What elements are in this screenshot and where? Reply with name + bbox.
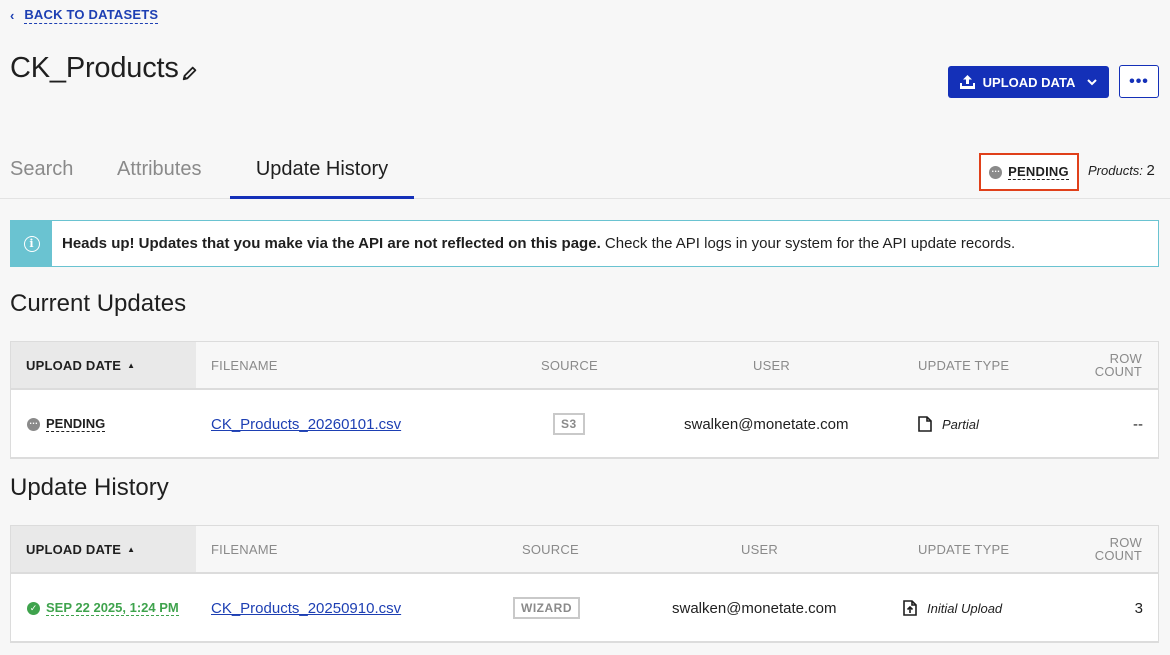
dataset-status-badge[interactable]: PENDING xyxy=(979,153,1079,191)
table-row: PENDING CK_Products_20260101.csv S3 swal… xyxy=(11,390,1158,458)
current-updates-title: Current Updates xyxy=(10,290,187,317)
tab-search[interactable]: Search xyxy=(10,158,73,199)
products-count: Products: 2 xyxy=(1088,162,1155,179)
col-row-count-line2: COUNT xyxy=(1094,548,1142,563)
upload-data-label: UPLOAD DATA xyxy=(982,74,1076,90)
update-history-title: Update History xyxy=(10,474,169,501)
row-success-status[interactable]: ✓ SEP 22 2025, 1:24 PM xyxy=(27,600,179,616)
info-icon: i xyxy=(23,235,40,252)
chevron-left-icon: ‹ xyxy=(10,8,15,23)
col-row-count: ROW COUNT xyxy=(1095,342,1142,388)
back-to-datasets-link[interactable]: ‹ BACK TO DATASETS xyxy=(10,7,159,24)
col-update-type: UPDATE TYPE xyxy=(918,541,1010,557)
table-header: UPLOAD DATE ▲ FILENAME SOURCE USER UPDAT… xyxy=(11,526,1158,574)
update-type-label: Partial xyxy=(942,416,979,432)
file-link[interactable]: CK_Products_20250910.csv xyxy=(211,600,401,617)
upload-data-button[interactable]: UPLOAD DATA xyxy=(948,66,1109,98)
source-tag: S3 xyxy=(553,413,585,435)
row-status-label: PENDING xyxy=(46,416,106,432)
current-updates-table: UPLOAD DATE ▲ FILENAME SOURCE USER UPDAT… xyxy=(10,341,1159,459)
check-circle-icon: ✓ xyxy=(27,601,40,615)
cell-source: S3 xyxy=(553,390,585,458)
tab-attributes[interactable]: Attributes xyxy=(117,158,201,199)
api-info-banner: i Heads up! Updates that you make via th… xyxy=(10,220,1159,267)
col-upload-date-label: UPLOAD DATE xyxy=(26,541,122,557)
banner-rest-text: Check the API logs in your system for th… xyxy=(600,235,1016,252)
col-upload-date[interactable]: UPLOAD DATE ▲ xyxy=(11,526,196,572)
cell-filename: CK_Products_20260101.csv xyxy=(211,390,401,458)
row-pending-status[interactable]: PENDING xyxy=(27,416,106,432)
col-filename: FILENAME xyxy=(211,541,278,557)
banner-icon-area: i xyxy=(11,221,52,266)
cell-user: swalken@monetate.com xyxy=(672,599,837,617)
cell-update-type: Partial xyxy=(918,390,979,458)
cell-update-type: Initial Upload xyxy=(903,574,1002,642)
sort-asc-icon: ▲ xyxy=(127,360,136,370)
col-user: USER xyxy=(753,357,790,373)
chevron-down-icon xyxy=(1087,78,1098,85)
update-history-table: UPLOAD DATE ▲ FILENAME SOURCE USER UPDAT… xyxy=(10,525,1159,643)
banner-message: Heads up! Updates that you make via the … xyxy=(62,235,1015,252)
cell-status: PENDING xyxy=(27,390,106,458)
cell-row-count: 3 xyxy=(1134,599,1143,617)
more-icon: ••• xyxy=(1129,72,1149,90)
document-upload-icon xyxy=(903,600,917,616)
row-date-label: SEP 22 2025, 1:24 PM xyxy=(46,600,179,616)
products-count-value: 2 xyxy=(1146,162,1155,179)
col-row-count-line2: COUNT xyxy=(1094,364,1142,379)
dataset-status-label: PENDING xyxy=(1008,164,1069,180)
col-source: SOURCE xyxy=(522,541,579,557)
col-row-count: ROW COUNT xyxy=(1095,526,1142,572)
update-type: Partial xyxy=(918,416,979,432)
more-actions-button[interactable]: ••• xyxy=(1119,65,1159,98)
table-row: ✓ SEP 22 2025, 1:24 PM CK_Products_20250… xyxy=(11,574,1158,642)
col-upload-date-label: UPLOAD DATE xyxy=(26,357,122,373)
pending-icon xyxy=(27,417,40,431)
cell-upload-date: ✓ SEP 22 2025, 1:24 PM xyxy=(27,574,179,642)
update-type-label: Initial Upload xyxy=(927,600,1003,616)
col-update-type: UPDATE TYPE xyxy=(918,357,1010,373)
update-type: Initial Upload xyxy=(903,600,1002,616)
products-count-label: Products: xyxy=(1088,163,1143,178)
col-filename: FILENAME xyxy=(211,357,278,373)
pencil-edit-icon[interactable] xyxy=(181,64,199,82)
cell-row-count: -- xyxy=(1133,415,1143,433)
banner-bold-text: Heads up! Updates that you make via the … xyxy=(62,235,601,252)
sort-asc-icon: ▲ xyxy=(127,544,136,554)
file-link[interactable]: CK_Products_20260101.csv xyxy=(211,416,401,433)
cell-filename: CK_Products_20250910.csv xyxy=(211,574,401,642)
tab-update-history[interactable]: Update History xyxy=(230,158,414,199)
col-user: USER xyxy=(741,541,778,557)
pending-icon xyxy=(989,165,1003,179)
table-header: UPLOAD DATE ▲ FILENAME SOURCE USER UPDAT… xyxy=(11,342,1158,390)
document-icon xyxy=(918,416,932,432)
col-source: SOURCE xyxy=(541,357,598,373)
upload-icon xyxy=(959,75,975,89)
back-link-label: BACK TO DATASETS xyxy=(24,7,159,24)
cell-user: swalken@monetate.com xyxy=(684,415,849,433)
title-row: CK_Products xyxy=(10,52,199,85)
source-tag: WIZARD xyxy=(513,597,580,619)
cell-source: WIZARD xyxy=(513,574,580,642)
col-upload-date[interactable]: UPLOAD DATE ▲ xyxy=(11,342,196,388)
page-title: CK_Products xyxy=(10,52,179,84)
